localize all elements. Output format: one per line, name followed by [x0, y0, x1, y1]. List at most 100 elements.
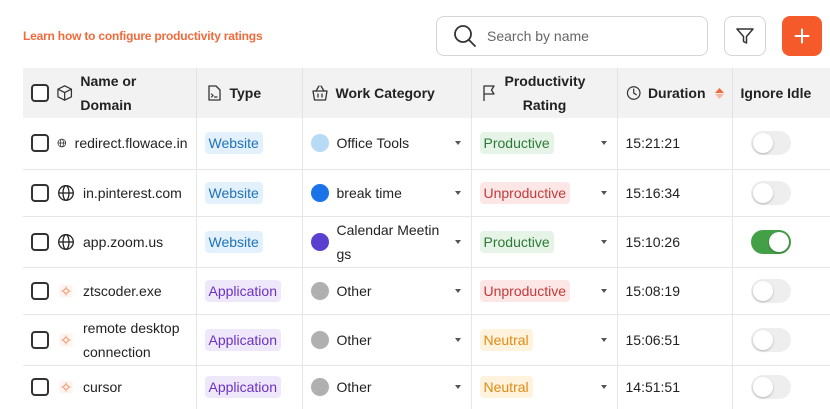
ignore-idle-toggle[interactable]	[750, 278, 791, 303]
name-cell: ztscoder.exe	[23, 267, 197, 315]
category-dropdown[interactable]: Calendar Meetings	[310, 218, 463, 266]
basket-icon	[311, 85, 328, 101]
category-dropdown[interactable]: Office Tools	[310, 131, 463, 155]
ignore-idle-toggle[interactable]	[750, 327, 791, 352]
ignore-idle-cell	[732, 267, 830, 315]
chevron-down-icon[interactable]	[600, 288, 607, 293]
category-label: break time	[336, 184, 402, 201]
row-checkbox[interactable]	[31, 378, 49, 396]
col-productivity-label: Productivity Rating	[504, 73, 586, 113]
duration-cell: 15:10:26	[617, 216, 733, 268]
category-color-dot	[310, 232, 329, 251]
col-header-duration[interactable]: Duration	[617, 68, 733, 118]
chevron-down-icon[interactable]	[600, 141, 607, 146]
row-checkbox[interactable]	[31, 281, 49, 300]
col-header-type: Type	[196, 68, 303, 118]
category-cell[interactable]: Office Tools	[302, 118, 472, 170]
rating-cell[interactable]: Productive	[471, 216, 618, 268]
rating-dropdown[interactable]: Neutral	[479, 328, 609, 351]
chevron-down-icon[interactable]	[454, 385, 461, 389]
chevron-down-icon[interactable]	[600, 385, 607, 389]
document-icon	[207, 85, 221, 101]
activities-table: Name or Domain Type Work Category Produc…	[23, 68, 830, 409]
ignore-idle-toggle[interactable]	[750, 131, 791, 156]
duration-value: 15:10:26	[625, 233, 681, 250]
table-row: in.pinterest.com Website break time Unprodu…	[23, 169, 830, 217]
category-dropdown[interactable]: Other	[310, 328, 463, 352]
row-checkbox[interactable]	[31, 330, 49, 349]
col-header-category: Work Category	[302, 68, 472, 118]
chevron-down-icon[interactable]	[454, 337, 461, 342]
duration-cell: 15:16:34	[617, 169, 733, 217]
category-dropdown[interactable]: Other	[310, 375, 463, 399]
add-button[interactable]	[782, 16, 822, 56]
type-badge: Website	[204, 230, 263, 253]
category-cell[interactable]: Other	[302, 365, 472, 409]
learn-configure-link[interactable]: Learn how to configure productivity rati…	[23, 29, 263, 43]
ignore-idle-toggle[interactable]	[750, 229, 791, 254]
row-name: remote desktop connection	[83, 319, 180, 360]
rating-dropdown[interactable]: Unproductive	[479, 279, 609, 302]
rating-badge: Unproductive	[479, 181, 570, 204]
rating-dropdown[interactable]: Neutral	[479, 376, 609, 398]
category-color-dot	[310, 183, 329, 202]
chevron-down-icon[interactable]	[600, 239, 607, 244]
row-checkbox[interactable]	[31, 232, 49, 251]
category-cell[interactable]: Calendar Meetings	[302, 216, 472, 268]
chevron-down-icon[interactable]	[600, 190, 607, 195]
search-input[interactable]	[487, 28, 687, 44]
type-cell: Website	[196, 216, 303, 268]
rating-badge: Productive	[479, 132, 554, 155]
rating-cell[interactable]: Unproductive	[471, 267, 618, 315]
toggle-knob	[752, 280, 773, 301]
category-cell[interactable]: Other	[302, 314, 472, 366]
duration-cell: 15:21:21	[617, 118, 733, 170]
rating-badge: Unproductive	[479, 279, 570, 302]
table-row: remote desktop connection Application Othe…	[23, 314, 830, 366]
row-checkbox[interactable]	[31, 134, 49, 153]
ignore-idle-toggle[interactable]	[750, 180, 791, 205]
rating-dropdown[interactable]: Productive	[479, 230, 609, 253]
type-cell: Application	[196, 314, 303, 366]
chevron-down-icon[interactable]	[454, 141, 461, 146]
rating-cell[interactable]: Unproductive	[471, 169, 618, 217]
toolbar: Learn how to configure productivity rati…	[0, 0, 830, 68]
globe-icon	[58, 184, 74, 201]
rating-cell[interactable]: Productive	[471, 118, 618, 170]
category-cell[interactable]: break time	[302, 169, 472, 217]
category-dropdown[interactable]: break time	[310, 181, 463, 205]
category-dropdown[interactable]: Other	[310, 279, 463, 303]
chevron-down-icon[interactable]	[454, 190, 461, 195]
col-header-name: Name or Domain	[23, 68, 197, 118]
toggle-knob	[752, 377, 773, 397]
duration-value: 14:51:51	[625, 379, 681, 395]
rating-cell[interactable]: Neutral	[471, 314, 618, 366]
type-badge: Website	[204, 132, 263, 155]
type-badge: Application	[204, 376, 281, 398]
row-checkbox[interactable]	[31, 183, 49, 202]
type-badge: Application	[204, 279, 281, 302]
filter-icon	[736, 28, 754, 44]
filter-button[interactable]	[724, 16, 766, 56]
type-cell: Website	[196, 118, 303, 170]
table-row: app.zoom.us Website Calendar Meetings Produ…	[23, 216, 830, 268]
name-cell: cursor	[23, 365, 197, 409]
rating-dropdown[interactable]: Unproductive	[479, 181, 609, 204]
search-box[interactable]	[436, 16, 708, 56]
select-all-checkbox[interactable]	[31, 84, 49, 102]
ignore-idle-cell	[732, 216, 830, 268]
category-label: Other	[336, 379, 372, 395]
chevron-down-icon[interactable]	[600, 337, 607, 342]
table-header-row: Name or Domain Type Work Category Produc…	[23, 68, 830, 118]
name-cell: app.zoom.us	[23, 216, 197, 268]
chevron-down-icon[interactable]	[454, 288, 461, 293]
category-cell[interactable]: Other	[302, 267, 472, 315]
duration-value: 15:21:21	[625, 135, 681, 152]
ignore-idle-toggle[interactable]	[750, 375, 791, 399]
chevron-down-icon[interactable]	[454, 239, 461, 244]
category-color-dot	[310, 281, 329, 300]
name-cell: in.pinterest.com	[23, 169, 197, 217]
rating-dropdown[interactable]: Productive	[479, 132, 609, 155]
sort-icon[interactable]	[714, 87, 724, 99]
rating-cell[interactable]: Neutral	[471, 365, 618, 409]
